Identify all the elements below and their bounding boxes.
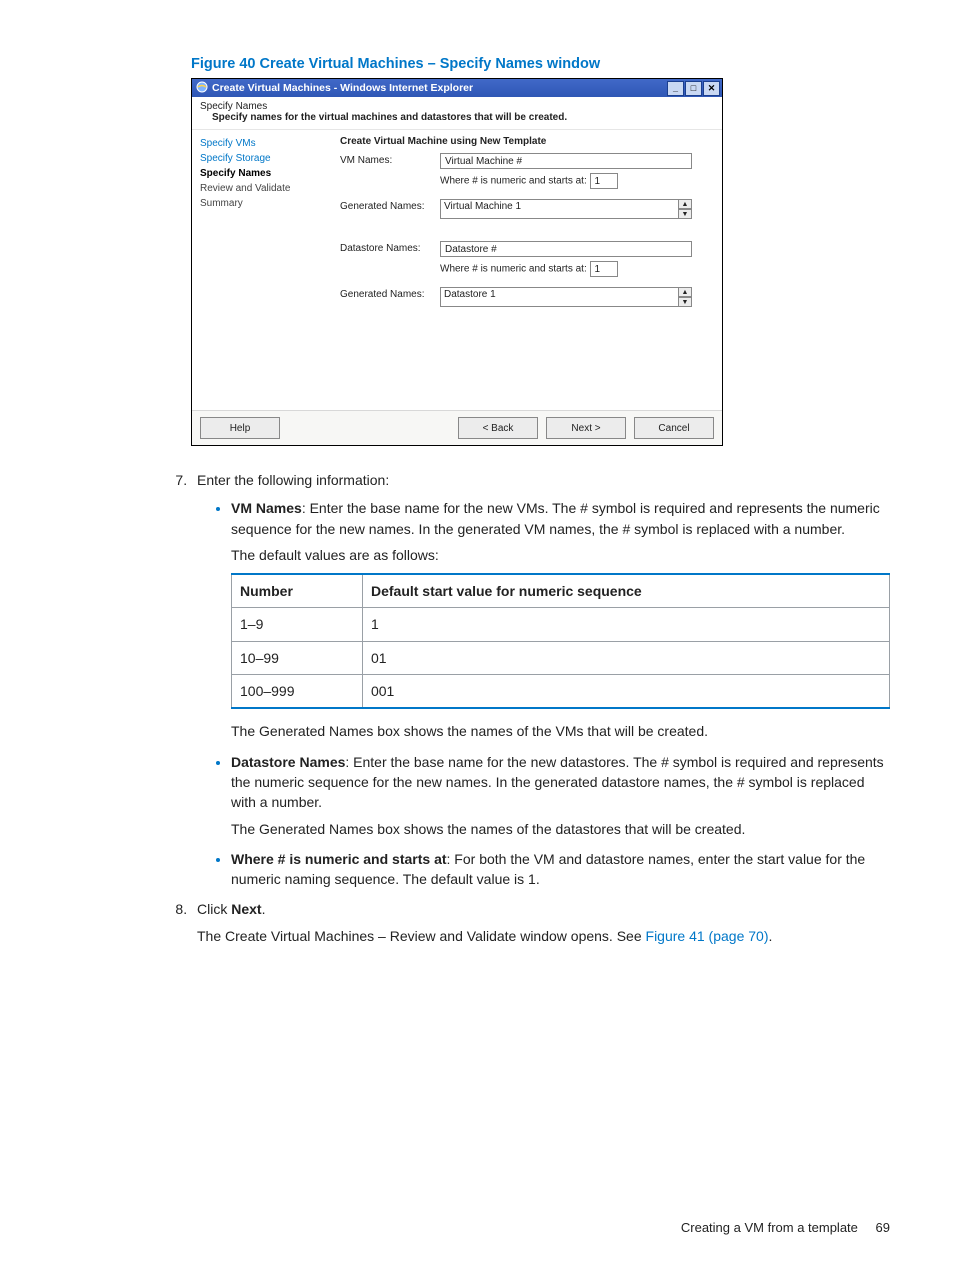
wizard-header: Specify Names Specify names for the virt… <box>192 97 722 130</box>
help-button[interactable]: Help <box>200 417 280 439</box>
bullet-datastore-names: Datastore Names: Enter the base name for… <box>231 752 890 839</box>
table-header-default: Default start value for numeric sequence <box>362 574 889 608</box>
next-button[interactable]: Next > <box>546 417 626 439</box>
wizard-main: Create Virtual Machine using New Templat… <box>340 130 722 410</box>
bullet-where-numeric: Where # is numeric and starts at: For bo… <box>231 849 890 890</box>
nav-review-validate: Review and Validate <box>200 181 332 196</box>
vm-names-label: VM Names: <box>340 153 440 166</box>
step8-suffix: . <box>262 901 266 917</box>
generated-names-vm-line: The Generated Names box shows the names … <box>231 721 890 741</box>
vm-numeric-label: Where # is numeric and starts at: <box>440 176 587 187</box>
minimize-button[interactable]: _ <box>667 81 684 96</box>
step-8: Click Next. The Create Virtual Machines … <box>191 899 890 946</box>
footer-text: Creating a VM from a template <box>681 1220 858 1235</box>
nav-summary: Summary <box>200 196 332 211</box>
ds-names-label: Datastore Names: <box>340 241 440 254</box>
step8-period: . <box>768 928 772 944</box>
ds-generated-listbox[interactable]: Datastore 1 ▲ ▼ <box>440 287 692 307</box>
vm-start-input[interactable]: 1 <box>590 173 618 189</box>
default-values-line: The default values are as follows: <box>231 545 890 565</box>
ds-start-input[interactable]: 1 <box>590 261 618 277</box>
figure-title: Figure 40 Create Virtual Machines – Spec… <box>191 56 890 72</box>
ds-generated-label: Generated Names: <box>340 287 440 300</box>
table-cell: 10–99 <box>232 641 363 674</box>
table-row: 10–99 01 <box>232 641 890 674</box>
table-header-row: Number Default start value for numeric s… <box>232 574 890 608</box>
generated-names-ds-line: The Generated Names box shows the names … <box>231 819 890 839</box>
table-header-number: Number <box>232 574 363 608</box>
ie-icon <box>196 81 208 96</box>
bullet-vm-names: VM Names: Enter the base name for the ne… <box>231 498 890 741</box>
nav-specify-vms[interactable]: Specify VMs <box>200 136 332 151</box>
step8-prefix: Click <box>197 901 231 917</box>
table-row: 1–9 1 <box>232 608 890 641</box>
page-footer: Creating a VM from a template 69 <box>681 1220 890 1235</box>
spin-up-icon[interactable]: ▲ <box>678 199 692 209</box>
spin-down-icon[interactable]: ▼ <box>678 297 692 307</box>
steps-list: Enter the following information: VM Name… <box>64 470 890 946</box>
screenshot-window: Create Virtual Machines - Windows Intern… <box>191 78 723 446</box>
spin-up-icon[interactable]: ▲ <box>678 287 692 297</box>
table-cell: 1–9 <box>232 608 363 641</box>
vm-generated-label: Generated Names: <box>340 199 440 212</box>
step-7: Enter the following information: VM Name… <box>191 470 890 889</box>
document-page: Figure 40 Create Virtual Machines – Spec… <box>0 0 954 1271</box>
close-button[interactable]: ✕ <box>703 81 720 96</box>
table-cell: 01 <box>362 641 889 674</box>
bullet-ds-title: Datastore Names <box>231 754 345 770</box>
vm-names-input[interactable]: Virtual Machine # <box>440 153 692 169</box>
bullet-vm-names-title: VM Names <box>231 500 302 516</box>
table-cell: 100–999 <box>232 675 363 709</box>
bullet-where-title: Where # is numeric and starts at <box>231 851 447 867</box>
ds-numeric-label: Where # is numeric and starts at: <box>440 264 587 275</box>
page-number: 69 <box>876 1220 890 1235</box>
window-titlebar: Create Virtual Machines - Windows Intern… <box>192 79 722 97</box>
maximize-button[interactable]: □ <box>685 81 702 96</box>
vm-generated-value: Virtual Machine 1 <box>444 201 521 212</box>
step7-intro: Enter the following information: <box>197 472 389 488</box>
bullet-vm-names-text: : Enter the base name for the new VMs. T… <box>231 500 880 536</box>
vm-generated-listbox[interactable]: Virtual Machine 1 ▲ ▼ <box>440 199 692 219</box>
wizard-step-subtitle: Specify names for the virtual machines a… <box>212 112 714 123</box>
table-row: 100–999 001 <box>232 675 890 709</box>
figure-41-link[interactable]: Figure 41 (page 70) <box>646 928 769 944</box>
ds-generated-value: Datastore 1 <box>444 289 496 300</box>
nav-specify-storage[interactable]: Specify Storage <box>200 151 332 166</box>
wizard-nav: Specify VMs Specify Storage Specify Name… <box>192 130 340 410</box>
ds-names-input[interactable]: Datastore # <box>440 241 692 257</box>
table-cell: 001 <box>362 675 889 709</box>
table-cell: 1 <box>362 608 889 641</box>
step8-bold: Next <box>231 901 261 917</box>
wizard-step-title: Specify Names <box>200 101 714 112</box>
wizard-footer: Help < Back Next > Cancel <box>192 410 722 445</box>
nav-specify-names: Specify Names <box>200 166 332 181</box>
defaults-table: Number Default start value for numeric s… <box>231 573 890 709</box>
spin-down-icon[interactable]: ▼ <box>678 209 692 219</box>
window-title: Create Virtual Machines - Windows Intern… <box>212 82 473 94</box>
back-button[interactable]: < Back <box>458 417 538 439</box>
step8-para: The Create Virtual Machines – Review and… <box>197 928 646 944</box>
section-title: Create Virtual Machine using New Templat… <box>340 136 712 147</box>
cancel-button[interactable]: Cancel <box>634 417 714 439</box>
